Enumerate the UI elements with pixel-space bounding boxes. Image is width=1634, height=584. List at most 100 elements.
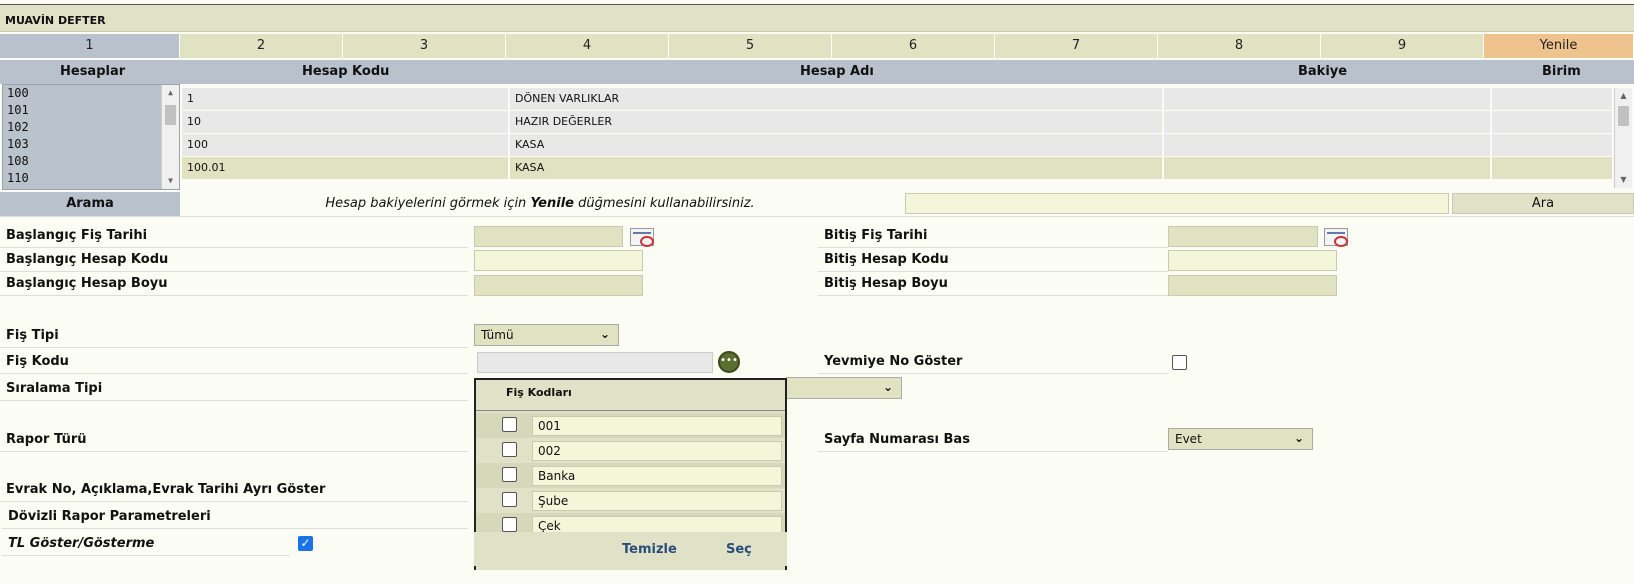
tl-show-label: TL Göster/Gösterme xyxy=(2,532,290,556)
chevron-down-icon: ⌄ xyxy=(1293,431,1304,445)
list-item[interactable]: 108 xyxy=(3,153,179,170)
item-checkbox[interactable] xyxy=(502,467,517,482)
tab-3[interactable]: 3 xyxy=(343,34,506,58)
refresh-button[interactable]: Yenile xyxy=(1484,34,1634,58)
window-title: MUAVİN DEFTER xyxy=(0,4,1634,32)
cell-name: DÖNEN VARLIKLAR xyxy=(510,88,1164,110)
clear-button[interactable]: Temizle xyxy=(622,542,677,557)
end-code-label: Bitiş Hesap Kodu xyxy=(818,248,1168,272)
list-item[interactable]: 103 xyxy=(3,136,179,153)
more-icon[interactable]: ••• xyxy=(718,351,740,373)
accounts-scrollbar[interactable]: ▲ ▼ xyxy=(161,85,179,189)
scroll-thumb[interactable] xyxy=(165,105,176,125)
calendar-icon[interactable] xyxy=(1324,228,1348,247)
item-checkbox[interactable] xyxy=(502,492,517,507)
col-unit: Birim xyxy=(1542,64,1581,79)
start-code-input[interactable] xyxy=(474,250,643,271)
cell-balance xyxy=(1164,111,1492,133)
scroll-down-icon[interactable]: ▼ xyxy=(162,173,179,189)
cell-balance xyxy=(1164,134,1492,156)
grid-header: Hesaplar Hesap Kodu Hesap Adı Bakiye Bir… xyxy=(0,60,1634,84)
cell-unit xyxy=(1492,88,1614,110)
list-item[interactable]: 102 xyxy=(3,119,179,136)
tab-5[interactable]: 5 xyxy=(669,34,832,58)
tab-8[interactable]: 8 xyxy=(1158,34,1321,58)
search-button[interactable]: Ara xyxy=(1452,193,1634,214)
item-checkbox[interactable] xyxy=(502,517,517,532)
scroll-up-icon[interactable]: ▲ xyxy=(162,85,179,101)
chevron-down-icon: ⌄ xyxy=(599,327,610,341)
end-code-input[interactable] xyxy=(1168,250,1337,271)
scroll-down-icon[interactable]: ▼ xyxy=(1615,172,1632,188)
tab-2[interactable]: 2 xyxy=(180,34,343,58)
table-row-selected[interactable]: 100.01 KASA xyxy=(182,157,1614,180)
page-tabs: 1 2 3 4 5 6 7 8 9 Yenile xyxy=(0,34,1634,58)
start-length-label: Başlangıç Hesap Boyu xyxy=(0,272,468,296)
scroll-thumb[interactable] xyxy=(1618,106,1629,126)
search-label: Arama xyxy=(0,192,180,216)
cell-code: 1 xyxy=(182,88,510,110)
item-checkbox[interactable] xyxy=(502,442,517,457)
table-row[interactable]: 1 DÖNEN VARLIKLAR xyxy=(182,88,1614,111)
start-code-label: Başlangıç Hesap Kodu xyxy=(0,248,468,272)
col-accounts: Hesaplar xyxy=(60,64,126,79)
list-item[interactable]: Banka xyxy=(476,463,785,488)
item-checkbox[interactable] xyxy=(502,417,517,432)
table-row[interactable]: 10 HAZIR DEĞERLER xyxy=(182,111,1614,134)
tab-4[interactable]: 4 xyxy=(506,34,669,58)
cell-balance xyxy=(1164,157,1492,179)
list-item[interactable]: 110 xyxy=(3,170,179,187)
end-length-input[interactable] xyxy=(1168,275,1337,296)
end-date-input[interactable] xyxy=(1168,226,1318,247)
cell-code: 100.01 xyxy=(182,157,510,179)
item-value: Şube xyxy=(532,491,782,511)
doc-separate-label: Evrak No, Açıklama,Evrak Tarihi Ayrı Gös… xyxy=(0,478,468,502)
cell-code: 100 xyxy=(182,134,510,156)
tl-show-checkbox[interactable]: ✓ xyxy=(298,536,313,551)
cell-name: KASA xyxy=(510,134,1164,156)
voucher-code-label: Fiş Kodu xyxy=(0,350,468,374)
list-item[interactable]: 100 xyxy=(3,85,179,102)
cell-unit xyxy=(1492,134,1614,156)
search-input[interactable] xyxy=(905,193,1449,214)
tab-6[interactable]: 6 xyxy=(832,34,995,58)
chevron-down-icon: ⌄ xyxy=(882,380,893,394)
start-length-input[interactable] xyxy=(474,275,643,296)
list-item[interactable]: 101 xyxy=(3,102,179,119)
end-length-label: Bitiş Hesap Boyu xyxy=(818,272,1168,296)
select-value: Tümü xyxy=(481,328,514,342)
start-date-input[interactable] xyxy=(474,226,623,247)
popup-footer: Temizle Seç xyxy=(474,532,787,566)
cell-name: HAZIR DEĞERLER xyxy=(510,111,1164,133)
tab-7[interactable]: 7 xyxy=(995,34,1158,58)
col-balance: Bakiye xyxy=(1298,64,1348,79)
cell-balance xyxy=(1164,88,1492,110)
accounts-listbox[interactable]: 100 101 102 103 108 110 ▲ ▼ xyxy=(2,84,180,190)
hint-text: düğmesini kullanabilirsiniz. xyxy=(573,196,755,211)
select-button[interactable]: Seç xyxy=(726,542,752,557)
search-hint: Hesap bakiyelerini görmek için Yenile dü… xyxy=(180,192,900,216)
list-item[interactable]: 002 xyxy=(476,438,785,463)
col-account-name: Hesap Adı xyxy=(800,64,874,79)
calendar-icon[interactable] xyxy=(630,228,654,247)
list-item[interactable]: Şube xyxy=(476,488,785,513)
voucher-code-input[interactable] xyxy=(477,352,713,373)
journal-no-checkbox[interactable] xyxy=(1172,355,1187,370)
divider xyxy=(0,216,1634,217)
voucher-type-select[interactable]: Tümü ⌄ xyxy=(474,324,619,346)
table-row[interactable]: 100 KASA xyxy=(182,134,1614,157)
page-number-select[interactable]: Evet ⌄ xyxy=(1168,428,1313,450)
hint-bold-text: Yenile xyxy=(530,196,574,211)
voucher-type-label: Fiş Tipi xyxy=(0,324,468,348)
tab-1[interactable]: 1 xyxy=(0,34,180,58)
list-item[interactable]: 001 xyxy=(476,413,785,438)
tab-9[interactable]: 9 xyxy=(1321,34,1484,58)
sort-type-select[interactable]: ⌄ xyxy=(786,377,902,399)
item-value: 002 xyxy=(532,441,782,461)
select-value: Evet xyxy=(1175,432,1202,446)
col-account-code: Hesap Kodu xyxy=(302,64,390,79)
scroll-up-icon[interactable]: ▲ xyxy=(1615,88,1632,104)
accounts-grid: 1 DÖNEN VARLIKLAR 10 HAZIR DEĞERLER 100 … xyxy=(182,88,1614,188)
report-type-label: Rapor Türü xyxy=(0,428,468,452)
grid-scrollbar[interactable]: ▲ ▼ xyxy=(1614,88,1632,188)
